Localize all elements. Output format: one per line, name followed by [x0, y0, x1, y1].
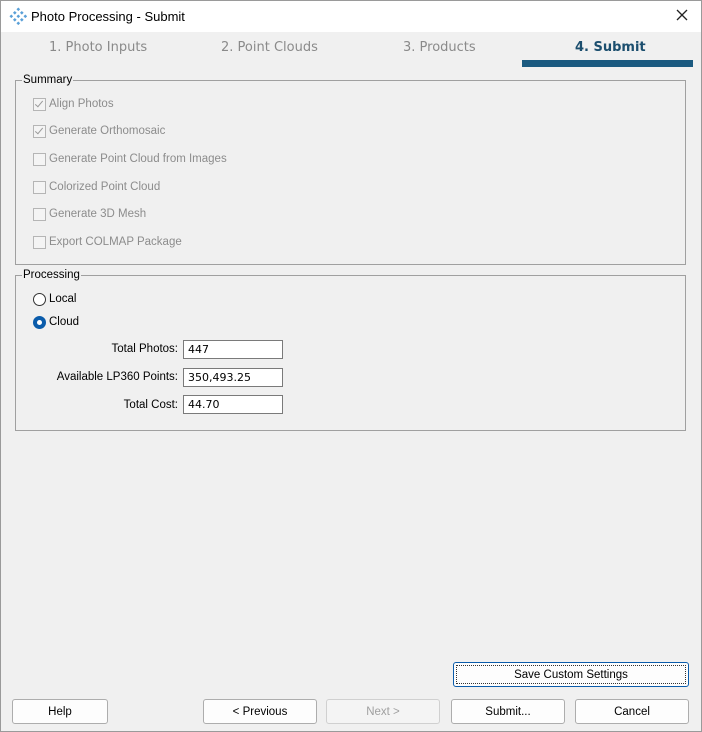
summary-legend: Summary	[23, 74, 73, 86]
submit-button[interactable]: Submit...	[451, 699, 565, 724]
generate-point-cloud-checkbox[interactable]: Generate Point Cloud from Images	[33, 151, 227, 167]
checkbox-label: Colorized Point Cloud	[49, 181, 161, 193]
checkbox-label: Generate Point Cloud from Images	[49, 153, 227, 165]
checkbox-label: Generate Orthomosaic	[49, 125, 166, 137]
photo-processing-dialog: Photo Processing - Submit 1. Photo Input…	[0, 0, 702, 732]
app-icon	[9, 7, 27, 25]
total-photos-label: Total Photos:	[111, 343, 178, 355]
local-radio[interactable]: Local	[33, 291, 77, 307]
total-cost-field[interactable]	[183, 395, 283, 414]
generate-orthomosaic-checkbox[interactable]: Generate Orthomosaic	[33, 123, 165, 139]
step-point-clouds[interactable]: 2. Point Clouds	[221, 40, 318, 55]
checkbox-label: Align Photos	[49, 98, 114, 110]
step-submit[interactable]: 4. Submit	[575, 40, 646, 55]
next-button[interactable]: Next >	[326, 699, 440, 724]
colorized-point-cloud-checkbox[interactable]: Colorized Point Cloud	[33, 179, 160, 195]
title-bar: Photo Processing - Submit	[1, 1, 701, 32]
radio-label: Cloud	[49, 316, 80, 328]
checkbox-box[interactable]	[33, 180, 46, 194]
active-step-indicator	[522, 60, 693, 67]
checkbox-box[interactable]	[33, 152, 46, 166]
radio-button[interactable]	[33, 315, 46, 329]
total-cost-label: Total Cost:	[123, 399, 178, 411]
align-photos-checkbox[interactable]: Align Photos	[33, 96, 114, 112]
previous-button[interactable]: < Previous	[203, 699, 317, 724]
radio-button[interactable]	[33, 292, 46, 306]
cancel-button[interactable]: Cancel	[575, 699, 689, 724]
help-button[interactable]: Help	[12, 699, 108, 724]
checkbox-box[interactable]	[33, 207, 46, 221]
checkbox-box[interactable]	[33, 235, 46, 249]
checkbox-label: Generate 3D Mesh	[49, 208, 147, 220]
generate-3d-mesh-checkbox[interactable]: Generate 3D Mesh	[33, 206, 146, 222]
total-photos-field[interactable]	[183, 340, 283, 359]
save-custom-settings-button[interactable]: Save Custom Settings	[453, 662, 689, 687]
step-photo-inputs[interactable]: 1. Photo Inputs	[49, 40, 147, 55]
wizard-steps: 1. Photo Inputs 2. Point Clouds 3. Produ…	[1, 32, 701, 68]
checkbox-label: Export COLMAP Package	[49, 236, 182, 248]
close-icon[interactable]	[669, 4, 695, 28]
checkbox-box[interactable]	[33, 97, 46, 111]
window-title: Photo Processing - Submit	[31, 9, 185, 24]
processing-legend: Processing	[23, 269, 80, 281]
available-points-field[interactable]	[183, 368, 283, 387]
available-points-label: Available LP360 Points:	[56, 371, 178, 383]
export-colmap-checkbox[interactable]: Export COLMAP Package	[33, 234, 182, 250]
cloud-radio[interactable]: Cloud	[33, 314, 79, 330]
checkbox-box[interactable]	[33, 124, 46, 138]
radio-label: Local	[49, 293, 77, 305]
step-products[interactable]: 3. Products	[403, 40, 476, 55]
